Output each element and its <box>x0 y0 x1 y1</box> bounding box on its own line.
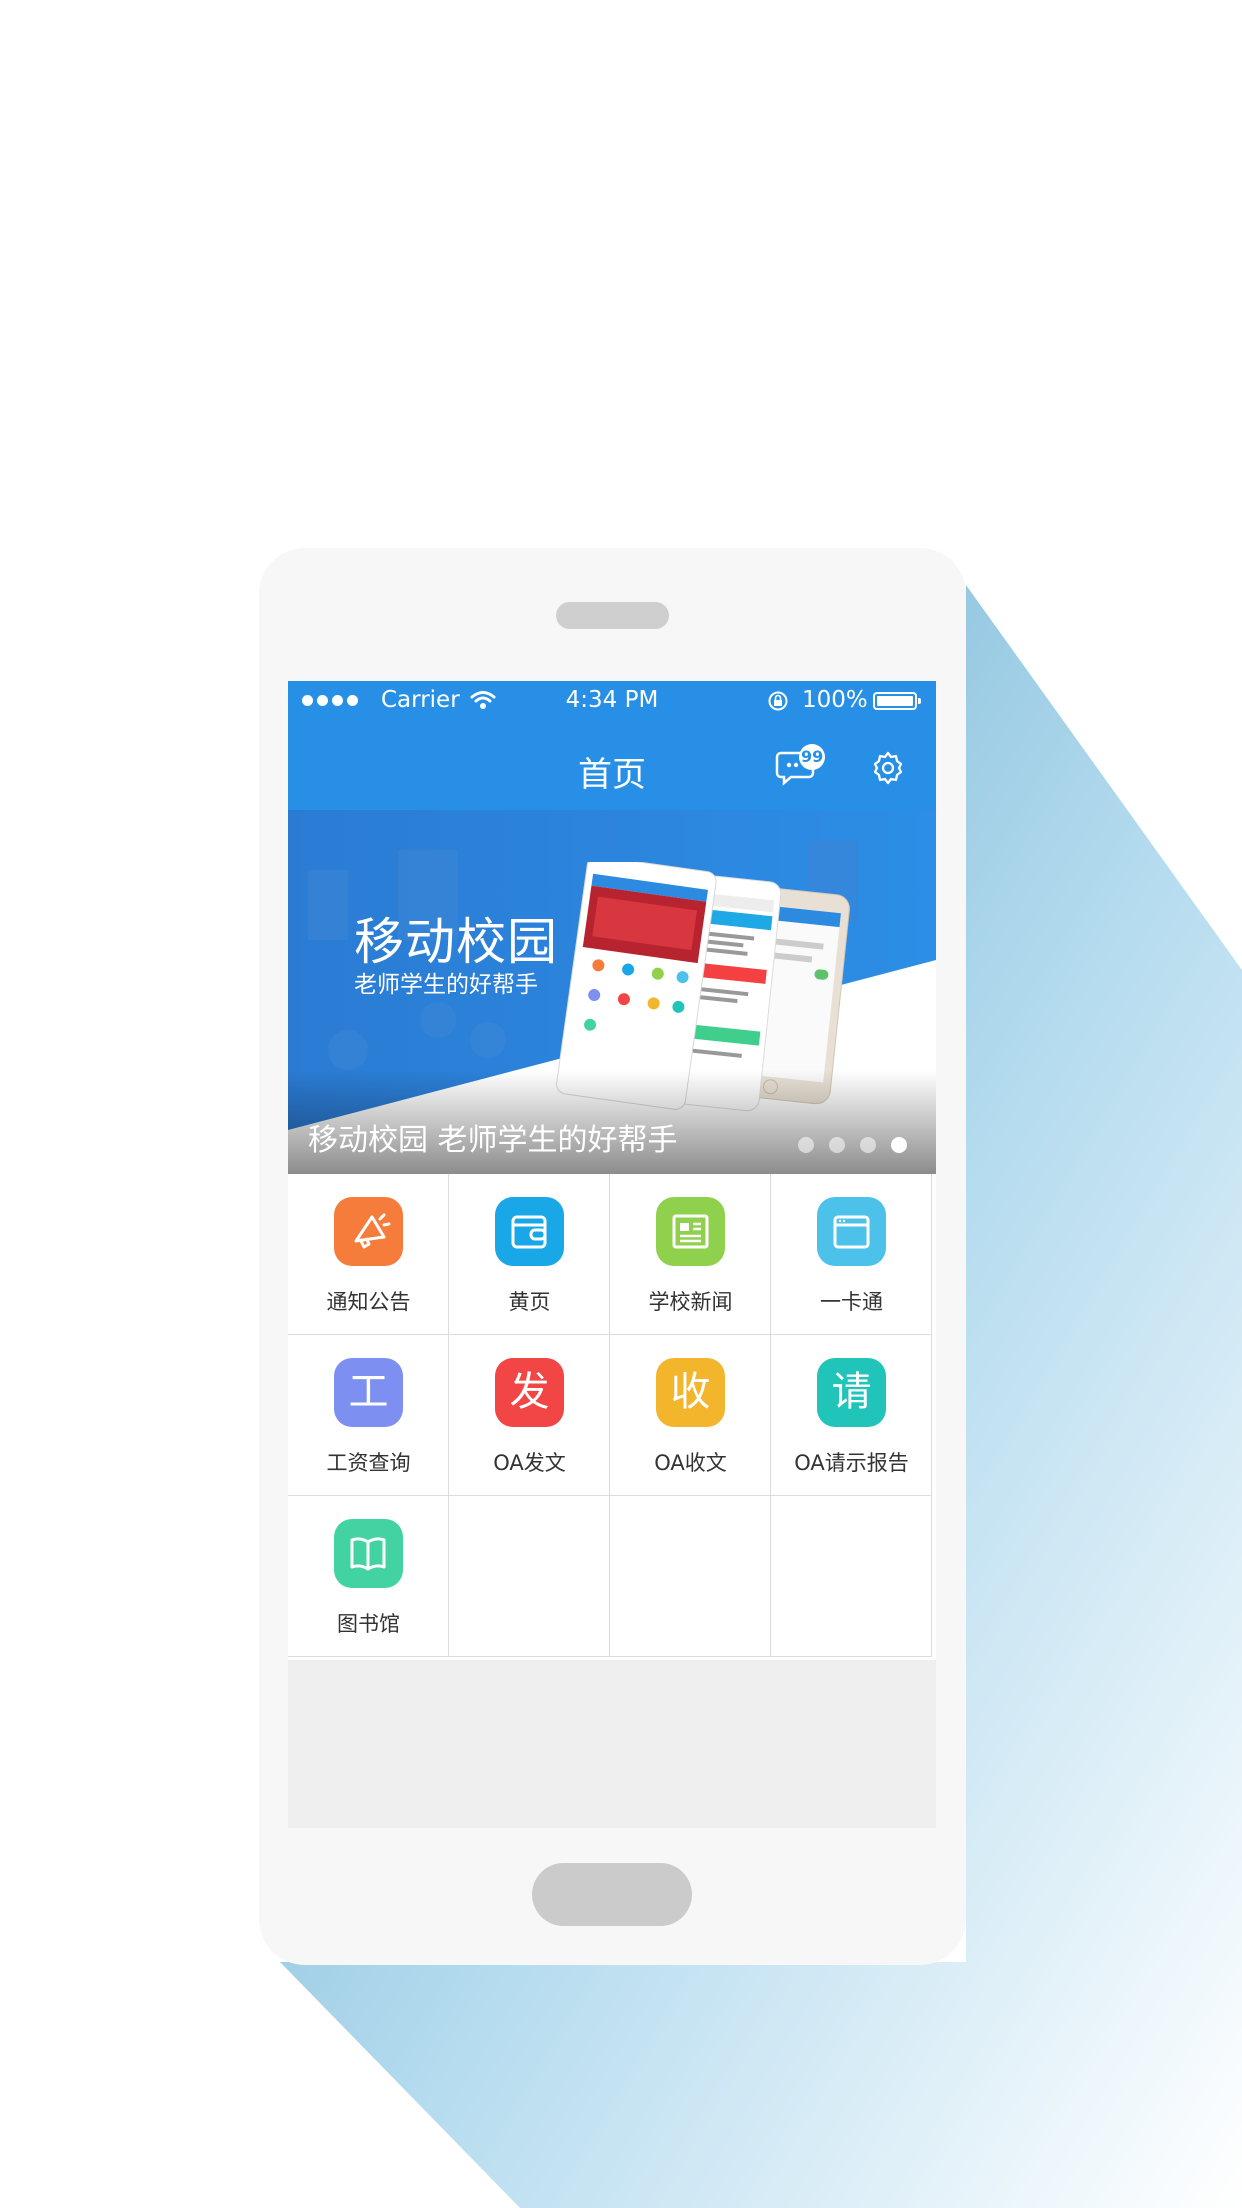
grid-item-notice[interactable]: 通知公告 <box>288 1174 449 1335</box>
banner-carousel[interactable]: 移动校园 老师学生的好帮手 移动校园 老师学生的好帮手 <box>288 810 936 1174</box>
page-dot[interactable] <box>798 1137 814 1153</box>
phone-speaker <box>556 602 669 629</box>
oa-request-text-icon: 请 <box>817 1358 886 1427</box>
battery-icon <box>873 692 921 710</box>
grid-item-yellow-pages[interactable]: 黄页 <box>449 1174 610 1335</box>
grid-item-oa-send[interactable]: 发 OA发文 <box>449 1335 610 1496</box>
status-bar: Carrier 4:34 PM 100% <box>288 681 936 723</box>
grid-item-label: OA请示报告 <box>794 1451 909 1475</box>
banner-subline: 老师学生的好帮手 <box>354 972 538 998</box>
grid-item-label: 一卡通 <box>820 1290 883 1314</box>
page-dot[interactable] <box>860 1137 876 1153</box>
grid-item-library[interactable]: 图书馆 <box>288 1496 449 1657</box>
grid-empty-cell <box>610 1496 771 1657</box>
battery-percent: 100% <box>802 687 868 713</box>
page-title: 首页 <box>578 755 646 795</box>
nav-bar: 首页 99 <box>288 723 936 810</box>
grid-item-salary[interactable]: 工 工资查询 <box>288 1335 449 1496</box>
banner-caption: 移动校园 老师学生的好帮手 <box>308 1123 678 1158</box>
rotation-lock-icon <box>768 691 788 711</box>
grid-item-label: 图书馆 <box>337 1612 400 1636</box>
grid-item-label: OA发文 <box>493 1451 566 1475</box>
carousel-page-indicator[interactable] <box>798 1137 907 1153</box>
grid-item-oa-receive[interactable]: 收 OA收文 <box>610 1335 771 1496</box>
megaphone-icon <box>334 1197 403 1266</box>
oa-receive-text-icon: 收 <box>656 1358 725 1427</box>
oa-send-text-icon: 发 <box>495 1358 564 1427</box>
grid-empty-cell <box>771 1496 932 1657</box>
page-dot[interactable] <box>829 1137 845 1153</box>
book-icon <box>334 1519 403 1588</box>
grid-item-label: OA收文 <box>654 1451 727 1475</box>
app-screen: Carrier 4:34 PM 100% 首页 99 移动校园 老师学生的好帮手… <box>288 681 936 1828</box>
home-button[interactable] <box>532 1863 692 1926</box>
grid-item-campus-card[interactable]: 一卡通 <box>771 1174 932 1335</box>
salary-text-icon: 工 <box>334 1358 403 1427</box>
settings-gear-icon[interactable] <box>870 750 906 786</box>
grid-item-label: 通知公告 <box>326 1290 411 1314</box>
grid-item-label: 工资查询 <box>326 1451 411 1475</box>
grid-item-label: 黄页 <box>508 1290 551 1314</box>
wallet-icon <box>495 1197 564 1266</box>
grid-item-school-news[interactable]: 学校新闻 <box>610 1174 771 1335</box>
newspaper-icon <box>656 1197 725 1266</box>
card-window-icon <box>817 1197 886 1266</box>
grid-item-oa-request[interactable]: 请 OA请示报告 <box>771 1335 932 1496</box>
grid-empty-cell <box>449 1496 610 1657</box>
page-dot-active[interactable] <box>891 1137 907 1153</box>
function-grid: 通知公告 黄页 学校新闻 一卡通 工 工资查询 发 OA发文 收 OA收文 请 … <box>288 1174 936 1660</box>
banner-headline: 移动校园 <box>354 913 558 971</box>
phone-frame: Carrier 4:34 PM 100% 首页 99 移动校园 老师学生的好帮手… <box>259 548 966 1965</box>
grid-item-label: 学校新闻 <box>648 1290 733 1314</box>
